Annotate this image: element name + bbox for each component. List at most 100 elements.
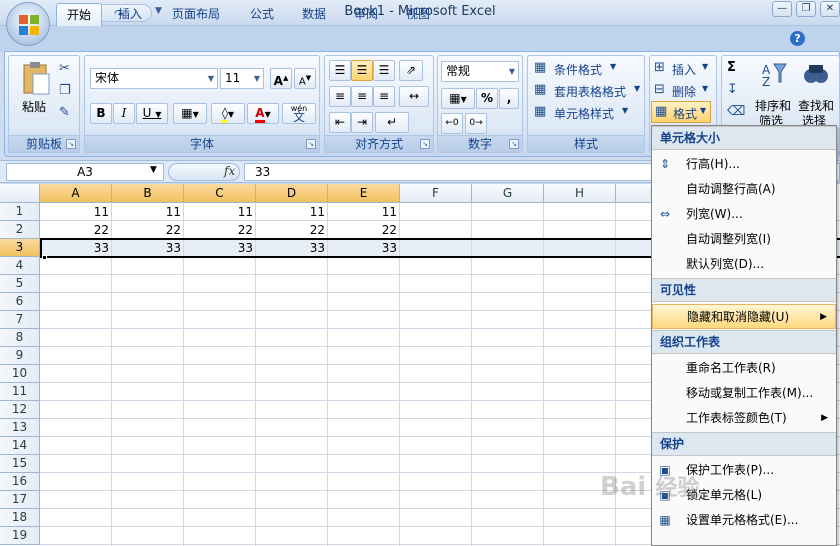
- menu-item[interactable]: 重命名工作表(R): [652, 356, 836, 381]
- column-header-b[interactable]: B: [112, 184, 184, 203]
- increase-indent-button[interactable]: ⇥: [351, 112, 373, 133]
- insert-button[interactable]: 插入: [672, 61, 696, 78]
- percent-button[interactable]: %: [476, 88, 498, 109]
- row-header-9[interactable]: 9: [0, 347, 40, 365]
- currency-button[interactable]: ▦▼: [441, 88, 475, 109]
- row-header-19[interactable]: 19: [0, 527, 40, 545]
- menu-item[interactable]: 行高(H)... ⇕: [652, 152, 836, 177]
- font-size-combo[interactable]: 11 ▼: [220, 68, 264, 89]
- row-header-11[interactable]: 11: [0, 383, 40, 401]
- cell-e1[interactable]: 11: [328, 203, 400, 221]
- column-header-f[interactable]: F: [400, 184, 472, 203]
- row-header-1[interactable]: 1: [0, 203, 40, 221]
- autosum-icon[interactable]: Σ: [727, 60, 736, 75]
- wrap-text-button[interactable]: ↵: [375, 112, 409, 133]
- bold-button[interactable]: B: [90, 103, 112, 124]
- decrease-indent-button[interactable]: ⇤: [329, 112, 351, 133]
- column-header-a[interactable]: A: [40, 184, 112, 203]
- row-header-8[interactable]: 8: [0, 329, 40, 347]
- clipboard-launcher-icon[interactable]: ↘: [66, 139, 76, 149]
- menu-item[interactable]: 移动或复制工作表(M)...: [652, 381, 836, 406]
- align-right-button[interactable]: ≡: [373, 86, 395, 107]
- tab-data[interactable]: 数据: [292, 3, 336, 26]
- row-header-17[interactable]: 17: [0, 491, 40, 509]
- cell-b2[interactable]: 22: [112, 221, 184, 239]
- align-middle-button[interactable]: ☰: [351, 60, 373, 81]
- paste-icon[interactable]: [21, 60, 51, 96]
- row-header-18[interactable]: 18: [0, 509, 40, 527]
- row-header-4[interactable]: 4: [0, 257, 40, 275]
- menu-item[interactable]: 自动调整列宽(I): [652, 227, 836, 252]
- decrease-decimal-button[interactable]: 0→: [465, 113, 487, 134]
- italic-button[interactable]: I: [113, 103, 135, 124]
- delete-button[interactable]: 删除: [672, 83, 696, 100]
- cell-a2[interactable]: 22: [40, 221, 112, 239]
- clear-icon[interactable]: ⌫: [727, 104, 745, 119]
- menu-item[interactable]: 工作表标签颜色(T) ▶: [652, 406, 836, 431]
- align-bottom-button[interactable]: ☰: [373, 60, 395, 81]
- borders-button[interactable]: ▦▼: [173, 103, 207, 124]
- tab-home[interactable]: 开始: [56, 3, 103, 26]
- merge-center-button[interactable]: ↔: [399, 86, 429, 107]
- cell-d2[interactable]: 22: [256, 221, 328, 239]
- align-top-button[interactable]: ☰: [329, 60, 351, 81]
- format-as-table-button[interactable]: 套用表格格式: [554, 83, 626, 100]
- paste-label[interactable]: 粘贴: [22, 98, 46, 115]
- cell-d1[interactable]: 11: [256, 203, 328, 221]
- shrink-font-button[interactable]: A▼: [294, 68, 316, 89]
- menu-item[interactable]: 设置单元格格式(E)... ▦: [652, 508, 836, 533]
- copy-icon[interactable]: ❐: [59, 83, 71, 98]
- fill-icon[interactable]: ↧: [727, 82, 738, 97]
- format-button[interactable]: ▦ 格式 ▼: [651, 101, 711, 123]
- column-header-d[interactable]: D: [256, 184, 328, 203]
- tab-insert[interactable]: 插入: [108, 3, 152, 26]
- tab-formulas[interactable]: 公式: [240, 3, 284, 26]
- select-all-corner[interactable]: [0, 184, 40, 203]
- cut-icon[interactable]: ✂: [59, 61, 70, 76]
- font-name-combo[interactable]: 宋体 ▼: [90, 68, 218, 89]
- cell-a1[interactable]: 11: [40, 203, 112, 221]
- underline-button[interactable]: U ▼: [136, 103, 168, 124]
- cell-e2[interactable]: 22: [328, 221, 400, 239]
- menu-item[interactable]: 隐藏和取消隐藏(U) ▶: [652, 304, 836, 329]
- format-painter-icon[interactable]: ✎: [59, 105, 70, 120]
- align-center-button[interactable]: ≡: [351, 86, 373, 107]
- menu-item[interactable]: 列宽(W)... ⇔: [652, 202, 836, 227]
- grow-font-button[interactable]: A▲: [270, 68, 292, 89]
- align-left-button[interactable]: ≡: [329, 86, 351, 107]
- row-header-14[interactable]: 14: [0, 437, 40, 455]
- menu-item[interactable]: 默认列宽(D)...: [652, 252, 836, 277]
- tab-page-layout[interactable]: 页面布局: [162, 3, 230, 26]
- column-header-e[interactable]: E: [328, 184, 400, 203]
- find-select-icon[interactable]: [802, 60, 830, 88]
- column-header-g[interactable]: G: [472, 184, 544, 203]
- cell-styles-button[interactable]: 单元格样式: [554, 105, 614, 122]
- name-box[interactable]: A3: [6, 163, 164, 181]
- fill-handle[interactable]: [42, 255, 47, 260]
- name-box-dropdown-icon[interactable]: ▼: [150, 165, 157, 175]
- cell-c2[interactable]: 22: [184, 221, 256, 239]
- fill-color-button[interactable]: ◊▼: [211, 103, 245, 124]
- font-launcher-icon[interactable]: ↘: [306, 139, 316, 149]
- row-header-15[interactable]: 15: [0, 455, 40, 473]
- tab-view[interactable]: 视图: [396, 3, 440, 26]
- comma-button[interactable]: ,: [499, 88, 519, 109]
- row-header-6[interactable]: 6: [0, 293, 40, 311]
- help-icon[interactable]: ?: [790, 31, 805, 46]
- row-header-16[interactable]: 16: [0, 473, 40, 491]
- font-color-button[interactable]: A▼: [247, 103, 279, 124]
- row-header-10[interactable]: 10: [0, 365, 40, 383]
- insert-function-icon[interactable]: fx: [224, 164, 235, 178]
- column-header-h[interactable]: H: [544, 184, 616, 203]
- minimize-button[interactable]: —: [772, 1, 792, 17]
- cell-b1[interactable]: 11: [112, 203, 184, 221]
- sort-filter-icon[interactable]: AZ: [760, 60, 788, 88]
- row-header-13[interactable]: 13: [0, 419, 40, 437]
- number-launcher-icon[interactable]: ↘: [509, 139, 519, 149]
- row-header-5[interactable]: 5: [0, 275, 40, 293]
- conditional-format-button[interactable]: 条件格式: [554, 61, 602, 78]
- cell-c1[interactable]: 11: [184, 203, 256, 221]
- office-button[interactable]: [6, 2, 50, 46]
- close-button[interactable]: ✕: [820, 1, 840, 17]
- menu-item[interactable]: 自动调整行高(A): [652, 177, 836, 202]
